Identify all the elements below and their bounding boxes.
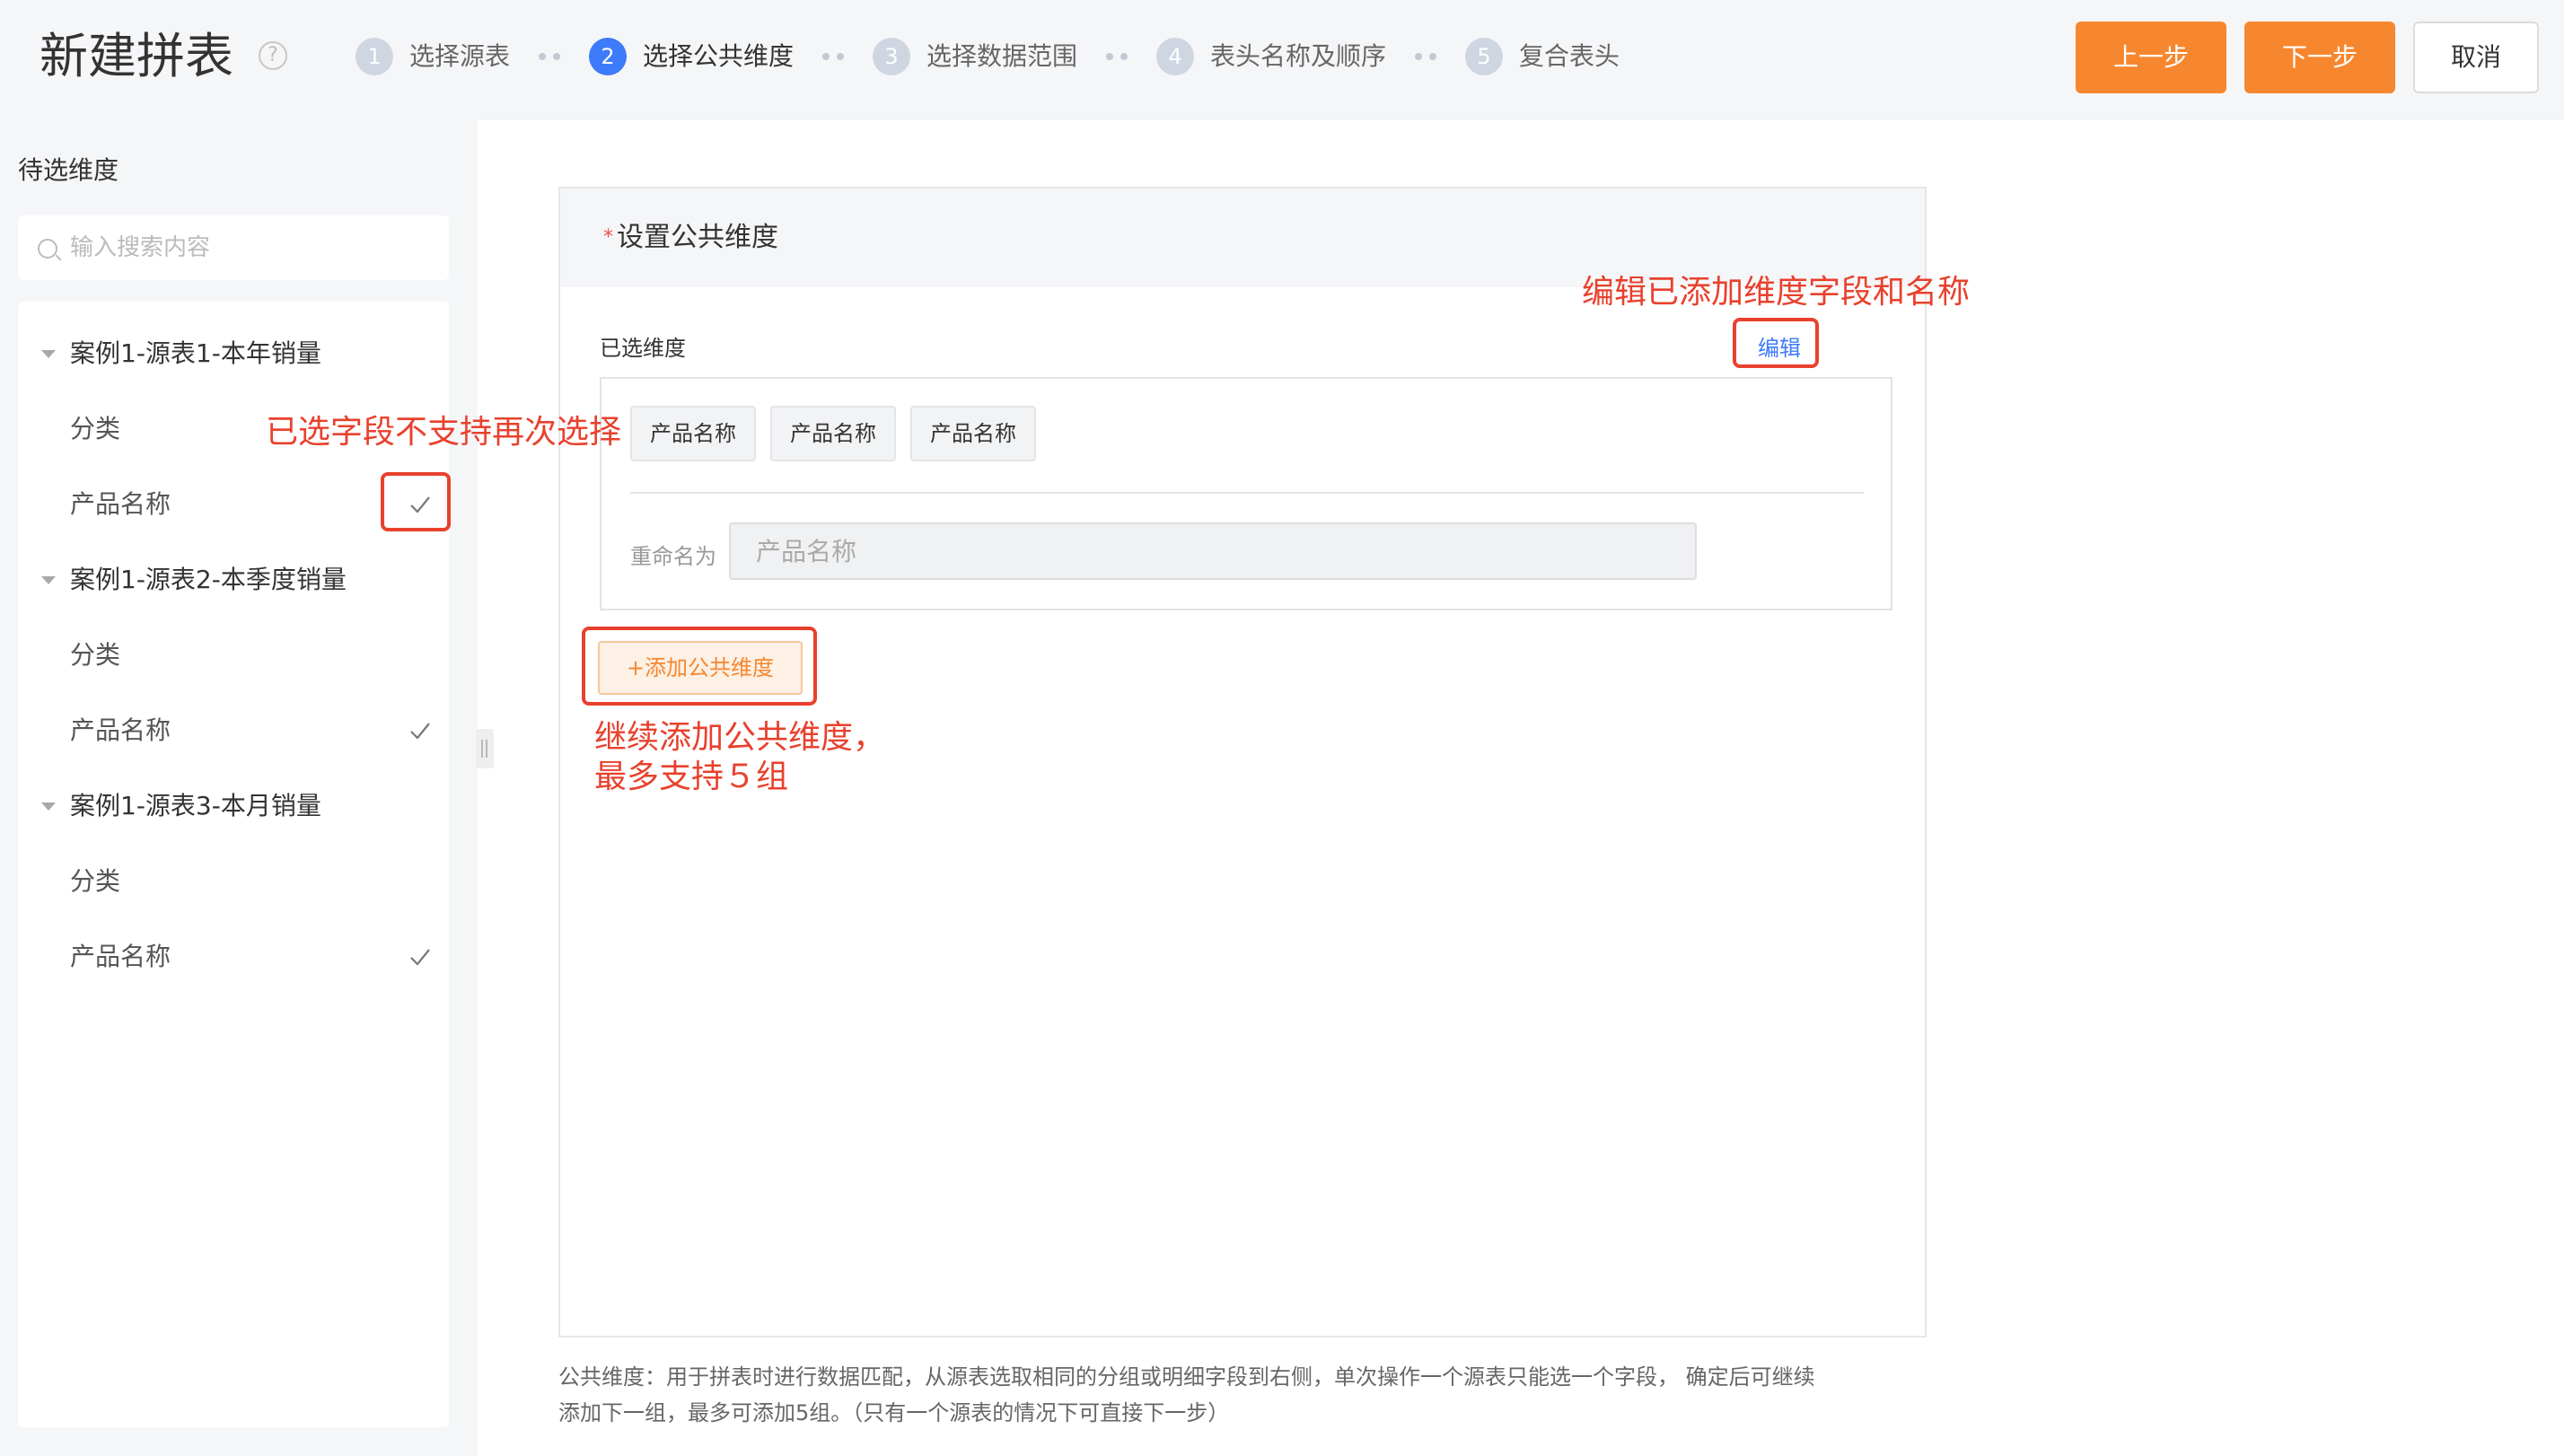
step-label: 选择公共维度 xyxy=(643,41,795,71)
tree-item-label: 产品名称 xyxy=(70,942,171,971)
cancel-button[interactable]: 取消 xyxy=(2413,22,2539,93)
step-separator-dots xyxy=(822,53,847,60)
step-number-circle: 2 xyxy=(589,38,627,75)
dimension-tag: 产品名称 xyxy=(910,406,1036,461)
search-input[interactable] xyxy=(70,226,429,269)
tree-item-label: 产品名称 xyxy=(70,489,171,519)
step-number-circle: 4 xyxy=(1156,38,1194,75)
selected-dimensions-label: 已选维度 xyxy=(600,336,686,361)
tree-item-label: 分类 xyxy=(70,866,121,896)
step-separator-dots xyxy=(539,53,564,60)
check-icon xyxy=(410,723,430,740)
required-mark: * xyxy=(603,226,613,249)
tree-item[interactable]: 产品名称 xyxy=(18,932,449,982)
top-header: 新建拼表 ? 1 选择源表 2 选择公共维度 3 选择数据范围 4 表头名称及顺… xyxy=(0,0,2564,120)
annotation-check-box xyxy=(381,472,451,531)
step-label: 选择源表 xyxy=(409,41,511,71)
next-step-button[interactable]: 下一步 xyxy=(2244,22,2395,93)
step-label: 表头名称及顺序 xyxy=(1210,41,1387,71)
dimension-tree: 案例1-源表1-本年销量 分类 产品名称 案例1-源表2-本季度销量 分类 产品… xyxy=(18,302,449,1427)
step-label: 复合表头 xyxy=(1519,41,1620,71)
annotation-add-note-line2: 最多支持５组 xyxy=(594,759,789,795)
step-number-circle: 5 xyxy=(1465,38,1503,75)
annotation-edit-note: 编辑已添加维度字段和名称 xyxy=(1582,274,1971,311)
tree-group-2[interactable]: 案例1-源表2-本季度销量 xyxy=(18,555,449,605)
tree-group-label: 案例1-源表3-本月销量 xyxy=(70,791,321,820)
tree-item-label: 分类 xyxy=(70,640,121,670)
panel-title: 待选维度 xyxy=(18,155,119,185)
rename-input[interactable] xyxy=(729,522,1697,580)
search-icon xyxy=(38,239,57,259)
tree-group-label: 案例1-源表1-本年销量 xyxy=(70,338,321,368)
dimension-tag: 产品名称 xyxy=(770,406,896,461)
step-number-circle: 3 xyxy=(873,38,910,75)
help-footnote: 公共维度：用于拼表时进行数据匹配，从源表选取相同的分组或明细字段到右侧，单次操作… xyxy=(558,1359,1959,1431)
tree-item[interactable]: 分类 xyxy=(18,630,449,680)
divider xyxy=(630,492,1864,494)
step-separator-dots xyxy=(1415,53,1440,60)
step-number-circle: 1 xyxy=(356,38,393,75)
page-title: 新建拼表 xyxy=(40,28,233,84)
tree-item-label: 产品名称 xyxy=(70,715,171,745)
search-box xyxy=(18,215,449,280)
annotation-add-note-line1: 继续添加公共维度， xyxy=(594,719,886,756)
footnote-line: 添加下一组，最多可添加5组。（只有一个源表的情况下可直接下一步） xyxy=(558,1400,1230,1425)
tree-group-label: 案例1-源表2-本季度销量 xyxy=(70,565,347,594)
section-title-text: 设置公共维度 xyxy=(617,222,778,253)
tree-group-3[interactable]: 案例1-源表3-本月销量 xyxy=(18,781,449,831)
dimension-tag: 产品名称 xyxy=(630,406,756,461)
annotation-add-button-box xyxy=(582,627,817,706)
help-icon[interactable]: ? xyxy=(259,41,287,70)
tree-item[interactable]: 分类 xyxy=(18,856,449,907)
caret-down-icon[interactable] xyxy=(41,576,56,584)
check-icon xyxy=(410,949,430,966)
caret-down-icon[interactable] xyxy=(41,803,56,811)
panel-resize-handle[interactable] xyxy=(476,729,494,768)
candidate-dimensions-panel: 待选维度 案例1-源表1-本年销量 分类 产品名称 案例1-源表2-本季度销量 … xyxy=(0,120,478,1456)
step-separator-dots xyxy=(1106,53,1131,60)
annotation-edit-box xyxy=(1733,318,1819,368)
tree-item-label: 分类 xyxy=(70,414,121,443)
caret-down-icon[interactable] xyxy=(41,350,56,358)
footnote-line: 公共维度：用于拼表时进行数据匹配，从源表选取相同的分组或明细字段到右侧，单次操作… xyxy=(558,1364,1815,1390)
selected-dimensions-box: 产品名称 产品名称 产品名称 重命名为 xyxy=(600,377,1892,610)
step-label: 选择数据范围 xyxy=(926,41,1078,71)
tree-item[interactable]: 产品名称 xyxy=(18,706,449,756)
annotation-selected-note: 已选字段不支持再次选择 xyxy=(266,414,622,451)
section-title: * 设置公共维度 xyxy=(603,215,778,260)
prev-step-button[interactable]: 上一步 xyxy=(2076,22,2226,93)
tree-group-1[interactable]: 案例1-源表1-本年销量 xyxy=(18,329,449,379)
rename-label: 重命名为 xyxy=(630,544,716,569)
